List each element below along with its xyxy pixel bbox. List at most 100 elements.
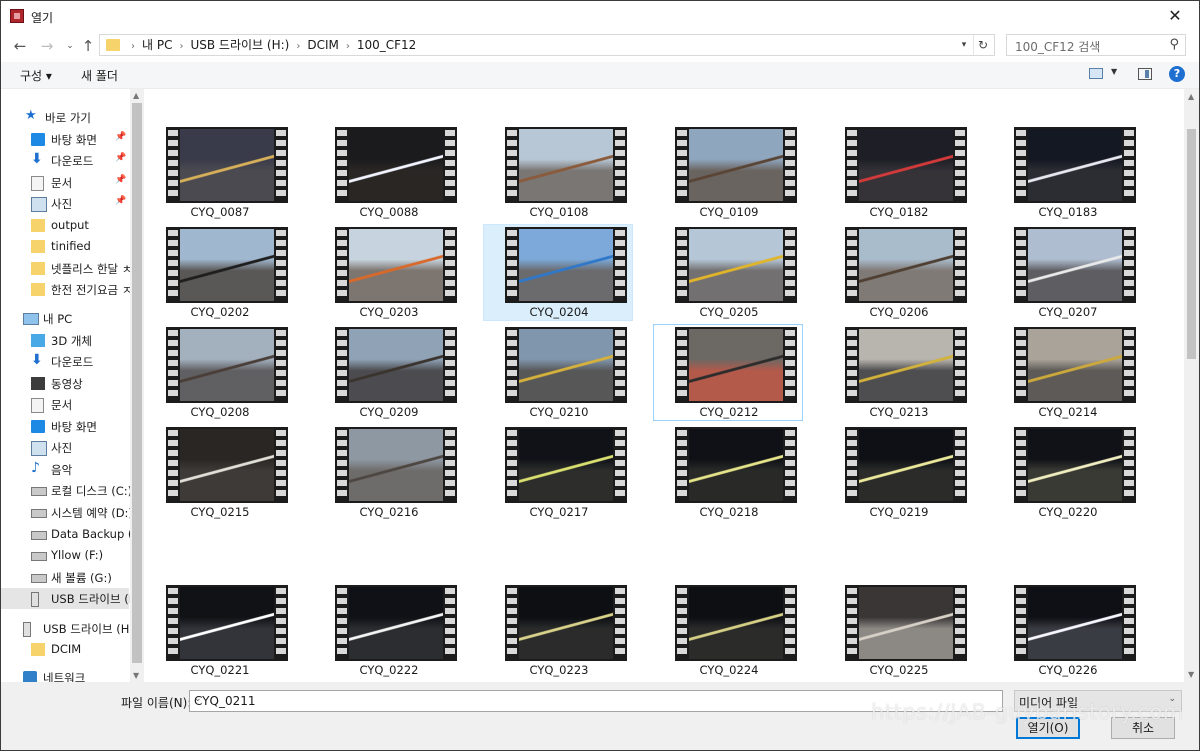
film-sprocket-icon — [445, 130, 455, 200]
chevron-right-icon: › — [131, 41, 135, 52]
change-view-icon[interactable] — [1089, 68, 1103, 79]
refresh-icon[interactable]: ↻ — [973, 35, 992, 55]
file-item[interactable]: CYQ_0207 — [992, 224, 1142, 321]
back-arrow-icon[interactable]: ← — [10, 35, 30, 57]
sidebar-item-14[interactable]: 바탕 화면 — [1, 416, 129, 437]
file-item[interactable]: CYQ_0218 — [653, 424, 803, 521]
file-item[interactable]: CYQ_0183 — [992, 124, 1142, 221]
film-sprocket-icon — [445, 588, 455, 658]
video-thumbnail — [675, 127, 797, 203]
sidebar-item-6[interactable]: tinified — [1, 236, 129, 257]
file-item[interactable]: CYQ_0087 — [144, 124, 294, 221]
sidebar-item-15[interactable]: 사진 — [1, 437, 129, 458]
sidebar-item-7[interactable]: 넷플리스 한달 ㅊ — [1, 258, 132, 279]
preview-pane-icon[interactable] — [1138, 68, 1152, 80]
file-item[interactable]: CYQ_0109 — [653, 124, 803, 221]
thumbnail-frame — [180, 587, 274, 659]
file-item[interactable]: CYQ_0088 — [313, 124, 463, 221]
breadcrumb-usb-drive[interactable]: USB 드라이브 (H:) — [190, 38, 289, 52]
sidebar-item-1[interactable]: 바탕 화면 📌 — [1, 129, 129, 150]
sidebar-item-17[interactable]: 로컬 디스크 (C:) — [1, 480, 132, 501]
file-item[interactable]: CYQ_0210 — [483, 324, 633, 421]
video-thumbnail — [845, 427, 967, 503]
file-name: CYQ_0202 — [190, 305, 250, 319]
file-item[interactable]: CYQ_0221 — [144, 582, 294, 679]
address-dropdown-icon[interactable]: ▾ — [956, 35, 972, 55]
help-icon[interactable]: ? — [1169, 66, 1185, 82]
file-item[interactable]: CYQ_0206 — [823, 224, 973, 321]
breadcrumb-dcim[interactable]: DCIM — [307, 38, 339, 52]
scroll-down-arrow-icon[interactable]: ▼ — [133, 671, 139, 680]
file-item[interactable]: CYQ_0202 — [144, 224, 294, 321]
sidebar-item-3[interactable]: 문서 📌 — [1, 172, 129, 193]
file-item[interactable]: CYQ_0216 — [313, 424, 463, 521]
file-item[interactable]: CYQ_0212 — [653, 324, 803, 421]
breadcrumb-this-pc[interactable]: 내 PC — [142, 38, 172, 52]
search-icon[interactable]: ⚲ — [1169, 37, 1179, 52]
file-item[interactable]: CYQ_0204 — [483, 224, 633, 321]
file-item[interactable]: CYQ_0222 — [313, 582, 463, 679]
sidebar-item-0[interactable]: ★ 바로 가기 — [1, 107, 129, 128]
sidebar-item-12[interactable]: 동영상 — [1, 373, 129, 394]
film-sprocket-icon — [1016, 230, 1026, 300]
file-item[interactable]: CYQ_0223 — [483, 582, 633, 679]
sidebar-item-9[interactable]: 내 PC — [1, 308, 129, 329]
view-options-chevron-icon[interactable]: ▼ — [1111, 67, 1117, 76]
breadcrumb-current-folder[interactable]: 100_CF12 — [357, 38, 416, 52]
file-item[interactable]: CYQ_0213 — [823, 324, 973, 421]
sidebar-item-8[interactable]: 한전 전기요금 ㅈ — [1, 279, 132, 300]
sidebar-item-2[interactable]: ⬇ 다운로드 📌 — [1, 150, 129, 171]
file-name: CYQ_0212 — [699, 405, 759, 419]
file-item[interactable]: CYQ_0108 — [483, 124, 633, 221]
film-sprocket-icon — [337, 588, 347, 658]
sidebar-item-5[interactable]: output — [1, 215, 129, 236]
forward-arrow-icon[interactable]: → — [37, 35, 57, 57]
scroll-up-arrow-icon[interactable]: ▲ — [1188, 92, 1194, 101]
file-item[interactable]: CYQ_0224 — [653, 582, 803, 679]
file-item[interactable]: CYQ_0214 — [992, 324, 1142, 421]
video-thumbnail — [166, 227, 288, 303]
file-item[interactable]: CYQ_0205 — [653, 224, 803, 321]
content-scrollbar[interactable]: ▲ ▼ — [1184, 89, 1199, 682]
thumbnail-frame — [859, 229, 953, 301]
pin-icon: 📌 — [115, 175, 127, 185]
sidebar-item-25[interactable]: 네트워크 — [1, 667, 129, 682]
sidebar-item-23[interactable]: USB 드라이브 (H:) — [1, 618, 138, 639]
file-item[interactable]: CYQ_0220 — [992, 424, 1142, 521]
thumbnail-frame — [1028, 329, 1122, 401]
sidebar-item-20[interactable]: Yllow (F:) — [1, 545, 129, 566]
sidebar-item-24[interactable]: DCIM — [1, 639, 129, 660]
scrollbar-thumb[interactable] — [1187, 129, 1196, 359]
file-item[interactable]: CYQ_0209 — [313, 324, 463, 421]
search-input[interactable]: 100_CF12 검색 ⚲ — [1006, 34, 1186, 56]
file-item[interactable]: CYQ_0225 — [823, 582, 973, 679]
sidebar-item-19[interactable]: Data Backup (E:) — [1, 524, 144, 545]
address-bar[interactable]: › 내 PC › USB 드라이브 (H:) › DCIM › 100_CF12 ▾ ↻ — [99, 34, 995, 56]
recent-locations-chevron-icon[interactable]: ⌄ — [60, 35, 80, 57]
up-arrow-icon[interactable]: ↑ — [78, 35, 98, 57]
file-item[interactable]: CYQ_0182 — [823, 124, 973, 221]
file-item[interactable]: CYQ_0226 — [992, 582, 1142, 679]
new-folder-button[interactable]: 새 폴더 — [81, 67, 118, 84]
file-item[interactable]: CYQ_0219 — [823, 424, 973, 521]
sidebar-item-11[interactable]: ⬇ 다운로드 — [1, 351, 129, 372]
sidebar-item-18[interactable]: 시스템 예약 (D:) — [1, 502, 133, 523]
scroll-up-arrow-icon[interactable]: ▲ — [133, 91, 139, 100]
sidebar-item-22[interactable]: USB 드라이브 (H:) — [1, 588, 144, 609]
file-item[interactable]: CYQ_0217 — [483, 424, 633, 521]
sidebar-item-21[interactable]: 새 볼륨 (G:) — [1, 567, 129, 588]
sidebar-item-13[interactable]: 문서 — [1, 394, 129, 415]
file-item[interactable]: CYQ_0208 — [144, 324, 294, 421]
close-button[interactable]: ✕ — [1155, 3, 1195, 29]
file-item[interactable]: CYQ_0215 — [144, 424, 294, 521]
sidebar-item-4[interactable]: 사진 📌 — [1, 193, 129, 214]
organize-button[interactable]: 구성 ▾ — [20, 67, 52, 84]
file-name: CYQ_0220 — [1038, 505, 1098, 519]
scroll-down-arrow-icon[interactable]: ▼ — [1188, 670, 1194, 679]
sidebar-item-10[interactable]: 3D 개체 — [1, 330, 129, 351]
file-item[interactable]: CYQ_0203 — [313, 224, 463, 321]
nav-pane-scrollbar[interactable]: ▲ ▼ — [130, 89, 144, 682]
sidebar-item-16[interactable]: ♪ 음악 — [1, 459, 129, 480]
scrollbar-thumb[interactable] — [132, 103, 142, 663]
thumbnail-frame — [349, 229, 443, 301]
